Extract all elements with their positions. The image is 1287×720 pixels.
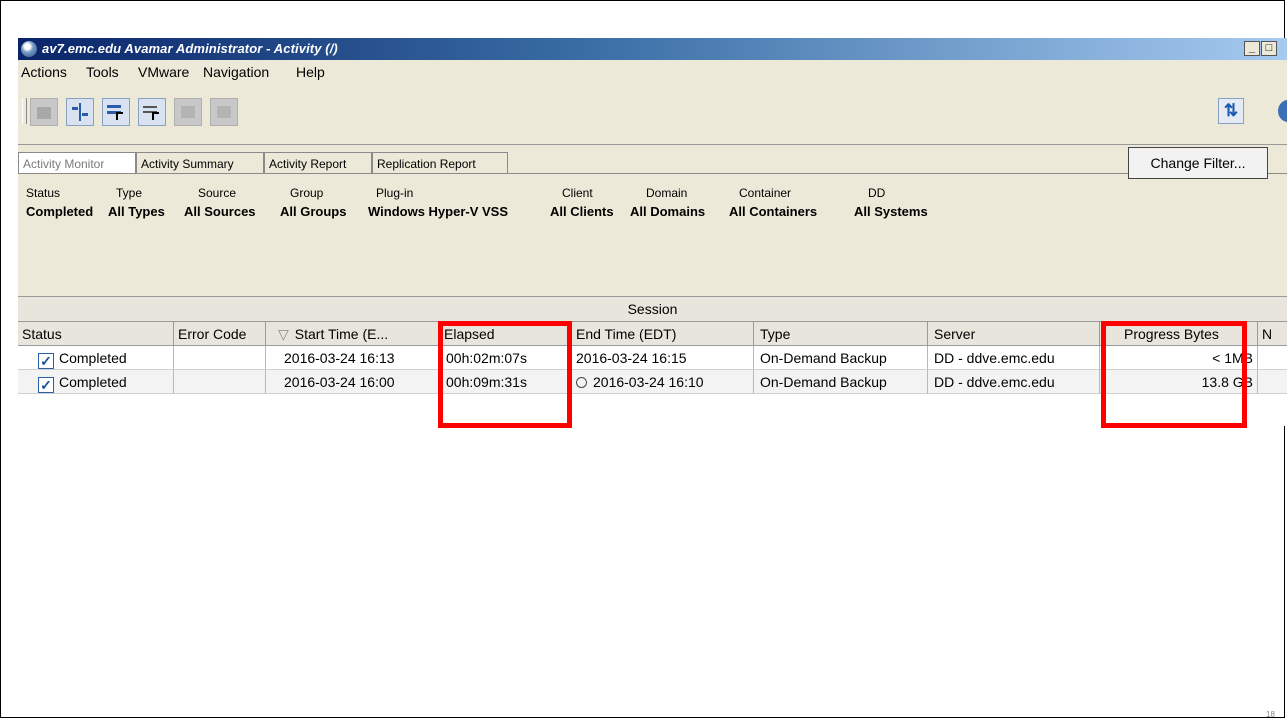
window-title: av7.emc.edu Avamar Administrator - Activ… (42, 41, 338, 56)
column-header-status[interactable]: Status (18, 322, 174, 346)
tab-activity-summary[interactable]: Activity Summary (136, 152, 264, 174)
column-header-label: Start Time (E... (294, 326, 389, 342)
filter-value: Completed (26, 204, 94, 219)
filter-value: All Clients (550, 204, 614, 219)
toolbar-grip[interactable] (22, 98, 27, 124)
table-row-2-error-code[interactable] (174, 370, 266, 394)
restore-button[interactable]: □ (1261, 41, 1277, 56)
end-time-text: 2016-03-24 16:10 (593, 374, 704, 390)
backup-icon (35, 103, 53, 121)
refresh-icon: ⇅ (1223, 101, 1239, 120)
filter-value: All Sources (184, 204, 256, 219)
menu-bar: Actions Tools VMware Navigation Help (18, 60, 1287, 84)
filter-value: All Systems (854, 204, 928, 219)
column-header-server[interactable]: Server (928, 322, 1100, 346)
change-filter-button[interactable]: Change Filter... (1128, 147, 1268, 179)
menu-help[interactable]: Help (296, 60, 325, 84)
toolbar-divider (18, 144, 1287, 145)
menu-actions[interactable]: Actions (21, 60, 67, 84)
checkmark-icon: ✓ (38, 377, 54, 393)
filter-value: All Groups (280, 204, 347, 219)
minimize-button[interactable]: _ (1244, 41, 1260, 56)
table-row-1-server[interactable]: DD - ddve.emc.edu (928, 346, 1100, 370)
backup-button[interactable] (30, 98, 58, 126)
column-header-next[interactable]: N (1258, 322, 1287, 346)
tab-replication-report[interactable]: Replication Report (372, 152, 508, 174)
table-row-2-type[interactable]: On-Demand Backup (754, 370, 928, 394)
column-header-end-time[interactable]: End Time (EDT) (572, 322, 754, 346)
table-row-2-status[interactable]: ✓ Completed (18, 370, 174, 394)
disabled-action-icon (215, 103, 233, 121)
select-cursor-icon (107, 103, 125, 121)
disabled-action-button-1[interactable] (174, 98, 202, 126)
column-header-start-time[interactable]: ▽ Start Time (E... (266, 322, 440, 346)
sort-descending-icon: ▽ (278, 326, 289, 342)
tab-activity-monitor[interactable]: Activity Monitor (18, 152, 136, 174)
column-header-type[interactable]: Type (754, 322, 928, 346)
menu-tools[interactable]: Tools (86, 60, 119, 84)
help-icon[interactable] (1278, 100, 1287, 122)
refresh-button[interactable]: ⇅ (1218, 98, 1244, 124)
table-row-2-server[interactable]: DD - ddve.emc.edu (928, 370, 1100, 394)
disabled-action-icon (179, 103, 197, 121)
filter-label: Group (290, 186, 324, 200)
table-row-1-end-time[interactable]: 2016-03-24 16:15 (572, 346, 754, 370)
split-pane-icon (71, 103, 89, 121)
column-header-error-code[interactable]: Error Code (174, 322, 266, 346)
filter-label: Plug-in (376, 186, 414, 200)
checkmark-icon: ✓ (38, 353, 54, 369)
list-select-button[interactable] (138, 98, 166, 126)
filter-label: Client (562, 186, 593, 200)
tab-activity-report[interactable]: Activity Report (264, 152, 372, 174)
filter-value: All Domains (630, 204, 706, 219)
avamar-app-icon (21, 41, 37, 57)
table-row-1-next[interactable] (1258, 346, 1287, 370)
menu-navigation[interactable]: Navigation (203, 60, 269, 84)
table-row-1-status[interactable]: ✓ Completed (18, 346, 174, 370)
toolbar: ⇅ (18, 90, 1287, 130)
split-pane-button[interactable] (66, 98, 94, 126)
highlight-progress-bytes-column (1101, 321, 1247, 428)
filter-label: Type (116, 186, 143, 200)
filter-label: Status (26, 186, 61, 200)
table-row-2-start-time[interactable]: 2016-03-24 16:00 (266, 370, 440, 394)
highlight-elapsed-column (438, 321, 572, 428)
filter-value: Windows Hyper-V VSS (368, 204, 509, 219)
filter-label: Domain (646, 186, 688, 200)
app-window: av7.emc.edu Avamar Administrator - Activ… (18, 38, 1287, 426)
menu-vmware[interactable]: VMware (138, 60, 189, 84)
table-row-1-error-code[interactable] (174, 346, 266, 370)
filter-value: All Containers (729, 204, 818, 219)
table-row-2-end-time[interactable]: 2016-03-24 16:10 (572, 370, 754, 394)
filter-label: DD (868, 186, 886, 200)
title-bar: av7.emc.edu Avamar Administrator - Activ… (18, 38, 1287, 60)
clock-icon (576, 377, 587, 388)
table-row-1-start-time[interactable]: 2016-03-24 16:13 (266, 346, 440, 370)
status-text: Completed (59, 350, 127, 366)
filter-value: All Types (108, 204, 165, 219)
table-row-1-type[interactable]: On-Demand Backup (754, 346, 928, 370)
table-row-2-next[interactable] (1258, 370, 1287, 394)
filter-label: Container (739, 186, 792, 200)
filter-label: Source (198, 186, 237, 200)
session-group-header: Session (18, 296, 1287, 322)
activity-table: Session Status Error Code ▽ Start Time (E… (18, 296, 1287, 426)
slide-number: 18 (1266, 710, 1275, 719)
disabled-action-button-2[interactable] (210, 98, 238, 126)
select-button[interactable] (102, 98, 130, 126)
list-select-icon (143, 103, 161, 121)
status-text: Completed (59, 374, 127, 390)
